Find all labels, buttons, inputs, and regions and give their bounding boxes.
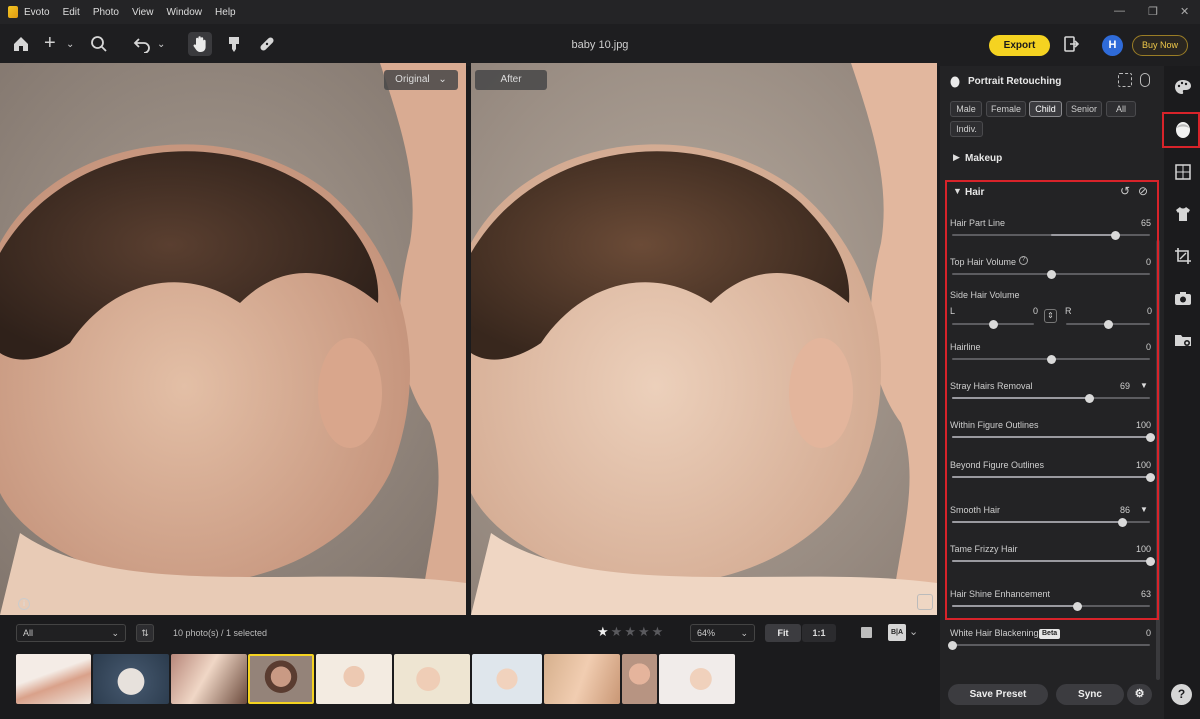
before-after-icon[interactable]: B|A bbox=[888, 624, 906, 641]
buy-now-button[interactable]: Buy Now bbox=[1132, 35, 1188, 56]
menu-bar: Evoto Edit Photo View Window Help — ❐ ✕ bbox=[0, 0, 1200, 24]
filter-select-value: All bbox=[23, 628, 34, 638]
menu-window[interactable]: Window bbox=[166, 7, 202, 18]
chevron-down-icon: ⌄ bbox=[111, 628, 119, 638]
rating-star-5[interactable]: ★ bbox=[652, 624, 666, 639]
face-select-icon[interactable] bbox=[1118, 73, 1132, 87]
avatar[interactable]: H bbox=[1102, 35, 1123, 56]
thumbnail-9[interactable] bbox=[622, 654, 657, 704]
original-photo[interactable]: Original ⌄ bbox=[0, 63, 466, 615]
chip-senior[interactable]: Senior bbox=[1066, 101, 1102, 117]
zoom-select[interactable]: 64% ⌄ bbox=[690, 624, 755, 642]
chip-male[interactable]: Male bbox=[950, 101, 982, 117]
thumbnail-4-selected[interactable] bbox=[248, 654, 314, 704]
rating-star-3[interactable]: ★ bbox=[624, 624, 638, 639]
thumbnail-7[interactable] bbox=[472, 654, 542, 704]
chip-indiv[interactable]: Indiv. bbox=[950, 121, 983, 137]
thumbnail-1[interactable] bbox=[16, 654, 91, 704]
rating-stars[interactable]: ★★★★★ bbox=[597, 624, 665, 640]
crop-icon[interactable] bbox=[1174, 247, 1192, 265]
chevron-down-icon: ⌄ bbox=[740, 628, 748, 638]
filter-select[interactable]: All ⌄ bbox=[16, 624, 126, 642]
help-button[interactable]: ? bbox=[1171, 684, 1192, 705]
fit-button[interactable]: Fit bbox=[765, 624, 801, 642]
grid-icon[interactable] bbox=[1174, 163, 1192, 181]
thumbnail-10[interactable] bbox=[659, 654, 735, 704]
white-hair-blackening-knob[interactable] bbox=[948, 641, 957, 650]
makeup-section[interactable]: Makeup bbox=[965, 153, 1002, 164]
after-label: After bbox=[475, 70, 547, 90]
white-hair-blackening-label: White Hair Blackening bbox=[950, 628, 1039, 638]
after-photo[interactable]: After bbox=[471, 63, 937, 615]
app-logo-icon bbox=[8, 6, 18, 18]
white-hair-blackening-track[interactable] bbox=[952, 644, 1150, 646]
close-icon[interactable]: ✕ bbox=[1180, 5, 1189, 18]
thumbnail-5[interactable] bbox=[316, 654, 392, 704]
rating-star-2[interactable]: ★ bbox=[611, 624, 625, 639]
menu-help[interactable]: Help bbox=[215, 7, 236, 18]
thumbnail-3[interactable] bbox=[171, 654, 247, 704]
mask-icon[interactable] bbox=[1140, 73, 1150, 87]
info-icon[interactable]: i bbox=[18, 598, 30, 610]
minimize-icon[interactable]: — bbox=[1114, 5, 1125, 17]
clothing-icon[interactable] bbox=[1174, 205, 1192, 223]
export-button[interactable]: Export bbox=[989, 35, 1050, 56]
original-label[interactable]: Original ⌄ bbox=[384, 70, 458, 90]
share-icon[interactable] bbox=[1062, 35, 1080, 53]
compare-view-icon[interactable] bbox=[917, 594, 933, 610]
maximize-icon[interactable]: ❐ bbox=[1148, 5, 1158, 18]
face-icon bbox=[950, 75, 960, 88]
folder-settings-icon[interactable] bbox=[1174, 331, 1192, 349]
chip-all[interactable]: All bbox=[1106, 101, 1136, 117]
panel-title: Portrait Retouching bbox=[968, 76, 1062, 87]
portrait-icon-highlight bbox=[1162, 112, 1200, 148]
rating-star-4[interactable]: ★ bbox=[638, 624, 652, 639]
sync-settings-icon[interactable]: ⚙ bbox=[1127, 684, 1152, 705]
menu-photo[interactable]: Photo bbox=[93, 7, 119, 18]
palette-icon[interactable] bbox=[1174, 78, 1192, 96]
camera-icon[interactable] bbox=[1174, 289, 1192, 307]
makeup-expand-icon[interactable]: ▶ bbox=[953, 152, 960, 163]
rating-star-1[interactable]: ★ bbox=[597, 624, 611, 639]
beta-badge: Beta bbox=[1039, 629, 1061, 639]
thumbnail-6[interactable] bbox=[394, 654, 470, 704]
chip-child[interactable]: Child bbox=[1029, 101, 1062, 117]
chevron-down-icon[interactable]: ⌄ bbox=[909, 625, 918, 638]
sort-icon[interactable]: ⇅ bbox=[136, 624, 154, 642]
original-label-text: Original bbox=[395, 74, 430, 85]
chip-female[interactable]: Female bbox=[986, 101, 1026, 117]
menu-view[interactable]: View bbox=[132, 7, 154, 18]
photo-count: 10 photo(s) / 1 selected bbox=[173, 628, 268, 638]
hair-section-highlight bbox=[945, 180, 1159, 620]
one-to-one-button[interactable]: 1:1 bbox=[802, 624, 836, 642]
zoom-value: 64% bbox=[697, 628, 716, 638]
sync-button[interactable]: Sync bbox=[1056, 684, 1124, 705]
single-view-icon[interactable] bbox=[861, 627, 872, 638]
white-hair-blackening-value: 0 bbox=[1145, 628, 1151, 638]
thumbnail-2[interactable] bbox=[93, 654, 169, 704]
thumbnail-8[interactable] bbox=[544, 654, 620, 704]
chevron-down-icon: ⌄ bbox=[438, 74, 447, 85]
save-preset-button[interactable]: Save Preset bbox=[948, 684, 1048, 705]
menu-edit[interactable]: Edit bbox=[63, 7, 80, 18]
app-name: Evoto bbox=[24, 6, 50, 18]
